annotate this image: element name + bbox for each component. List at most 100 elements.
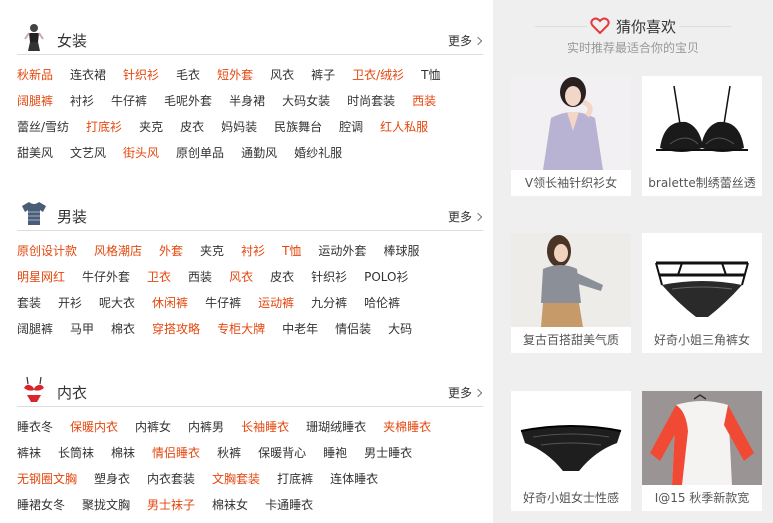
- category-link[interactable]: 裤袜: [17, 444, 41, 462]
- category-link[interactable]: 毛呢外套: [164, 92, 212, 110]
- category-link[interactable]: 牛仔裤: [205, 294, 241, 312]
- category-link[interactable]: 皮衣: [270, 268, 294, 286]
- category-link[interactable]: 外套: [159, 242, 183, 260]
- category-link[interactable]: 红人私服: [380, 118, 428, 136]
- category-link[interactable]: 睡裙女冬: [17, 496, 65, 514]
- category-link[interactable]: 皮衣: [180, 118, 204, 136]
- category-link[interactable]: 棒球服: [383, 242, 419, 260]
- category-link[interactable]: 开衫: [58, 294, 82, 312]
- category-link[interactable]: 穿搭攻略: [152, 320, 200, 338]
- category-link[interactable]: 秋裤: [217, 444, 241, 462]
- more-link[interactable]: 更多: [448, 32, 483, 49]
- category-link[interactable]: 聚拢文胸: [82, 496, 130, 514]
- category-link[interactable]: T恤: [282, 242, 301, 260]
- category-link[interactable]: 原创单品: [176, 144, 224, 162]
- category-link[interactable]: 保暖内衣: [70, 418, 118, 436]
- category-link[interactable]: 风格潮店: [94, 242, 142, 260]
- category-link[interactable]: 婚纱礼服: [294, 144, 342, 162]
- category-link[interactable]: 卫衣/绒衫: [352, 66, 404, 84]
- category-link[interactable]: 通勤风: [241, 144, 277, 162]
- more-link[interactable]: 更多: [448, 208, 483, 225]
- more-link[interactable]: 更多: [448, 384, 483, 401]
- product-card[interactable]: V领长袖针织衫女: [511, 76, 631, 196]
- category-link[interactable]: 针织衫: [123, 66, 159, 84]
- category-link[interactable]: 运动裤: [258, 294, 294, 312]
- product-card[interactable]: bralette制绣蕾丝透: [642, 76, 762, 196]
- category-link[interactable]: 无钢圈文胸: [17, 470, 77, 488]
- category-link[interactable]: 呢大衣: [99, 294, 135, 312]
- category-link[interactable]: 阔腿裤: [17, 92, 53, 110]
- category-link[interactable]: 夹克: [139, 118, 163, 136]
- category-link[interactable]: 九分裤: [311, 294, 347, 312]
- category-link[interactable]: 民族舞台: [274, 118, 322, 136]
- category-link[interactable]: 内衣套装: [147, 470, 195, 488]
- category-link[interactable]: 妈妈装: [221, 118, 257, 136]
- category-link[interactable]: 情侣装: [335, 320, 371, 338]
- category-link[interactable]: 珊瑚绒睡衣: [306, 418, 366, 436]
- product-card[interactable]: 复古百搭甜美气质: [511, 233, 631, 353]
- category-link[interactable]: 连体睡衣: [330, 470, 378, 488]
- category-link[interactable]: 牛仔裤: [111, 92, 147, 110]
- category-link[interactable]: 短外套: [217, 66, 253, 84]
- category-link[interactable]: 专柜大牌: [217, 320, 265, 338]
- category-link[interactable]: 打底衫: [86, 118, 122, 136]
- category-link[interactable]: 明星网红: [17, 268, 65, 286]
- category-link[interactable]: 西装: [412, 92, 436, 110]
- link-row: 秋新品 连衣裙 针织衫 毛衣 短外套 风衣 裤子 卫衣/绒衫 T恤: [17, 66, 483, 92]
- category-link[interactable]: 棉衣: [111, 320, 135, 338]
- category-link[interactable]: 街头风: [123, 144, 159, 162]
- category-link[interactable]: 中老年: [282, 320, 318, 338]
- category-link[interactable]: 半身裙: [229, 92, 265, 110]
- category-link[interactable]: 情侣睡衣: [152, 444, 200, 462]
- category-link[interactable]: 时尚套装: [347, 92, 395, 110]
- category-link[interactable]: 牛仔外套: [82, 268, 130, 286]
- category-link[interactable]: 夹棉睡衣: [383, 418, 431, 436]
- category-link[interactable]: 风衣: [270, 66, 294, 84]
- category-link[interactable]: POLO衫: [364, 268, 408, 286]
- product-card[interactable]: I@15 秋季新款宽: [642, 391, 762, 511]
- category-link[interactable]: 睡衣冬: [17, 418, 53, 436]
- category-link[interactable]: 内裤男: [188, 418, 224, 436]
- category-link[interactable]: 文艺风: [70, 144, 106, 162]
- category-link[interactable]: 马甲: [70, 320, 94, 338]
- category-link[interactable]: 运动外套: [318, 242, 366, 260]
- category-links: 睡衣冬 保暖内衣 内裤女 内裤男 长袖睡衣 珊瑚绒睡衣 夹棉睡衣裤袜 长筒袜 棉袜 情侣睡衣 秋裤保…: [17, 418, 483, 522]
- category-link[interactable]: 毛衣: [176, 66, 200, 84]
- category-link[interactable]: 长袖睡衣: [241, 418, 289, 436]
- category-link[interactable]: 男士袜子: [147, 496, 195, 514]
- category-link[interactable]: 甜美风: [17, 144, 53, 162]
- category-link[interactable]: 卫衣: [147, 268, 171, 286]
- category-link[interactable]: 秋新品: [17, 66, 53, 84]
- category-link[interactable]: 文胸套装: [212, 470, 260, 488]
- category-link[interactable]: 睡袍: [323, 444, 347, 462]
- category-link[interactable]: 衬衫: [241, 242, 265, 260]
- category-link[interactable]: 裤子: [311, 66, 335, 84]
- category-link[interactable]: 西装: [188, 268, 212, 286]
- category-link[interactable]: 哈伦裤: [364, 294, 400, 312]
- category-link[interactable]: 连衣裙: [70, 66, 106, 84]
- category-link[interactable]: 休闲裤: [152, 294, 188, 312]
- category-link[interactable]: 套装: [17, 294, 41, 312]
- product-card[interactable]: 好奇小姐三角裤女: [642, 233, 762, 353]
- category-link[interactable]: 阔腿裤: [17, 320, 53, 338]
- category-link[interactable]: 腔调: [339, 118, 363, 136]
- product-card[interactable]: 好奇小姐女士性感: [511, 391, 631, 511]
- category-link[interactable]: 打底裤: [277, 470, 313, 488]
- category-link[interactable]: 大码: [388, 320, 412, 338]
- category-link[interactable]: 针织衫: [311, 268, 347, 286]
- category-link[interactable]: 大码女装: [282, 92, 330, 110]
- category-link[interactable]: 夹克: [200, 242, 224, 260]
- category-link[interactable]: T恤: [421, 66, 440, 84]
- category-link[interactable]: 保暖背心: [258, 444, 306, 462]
- category-link[interactable]: 男士睡衣: [364, 444, 412, 462]
- category-link[interactable]: 棉袜: [111, 444, 135, 462]
- category-link[interactable]: 卡通睡衣: [265, 496, 313, 514]
- category-link[interactable]: 衬衫: [70, 92, 94, 110]
- category-link[interactable]: 蕾丝/雪纺: [17, 118, 69, 136]
- category-link[interactable]: 长筒袜: [58, 444, 94, 462]
- category-link[interactable]: 原创设计款: [17, 242, 77, 260]
- category-link[interactable]: 塑身衣: [94, 470, 130, 488]
- category-link[interactable]: 风衣: [229, 268, 253, 286]
- category-link[interactable]: 内裤女: [135, 418, 171, 436]
- category-link[interactable]: 棉袜女: [212, 496, 248, 514]
